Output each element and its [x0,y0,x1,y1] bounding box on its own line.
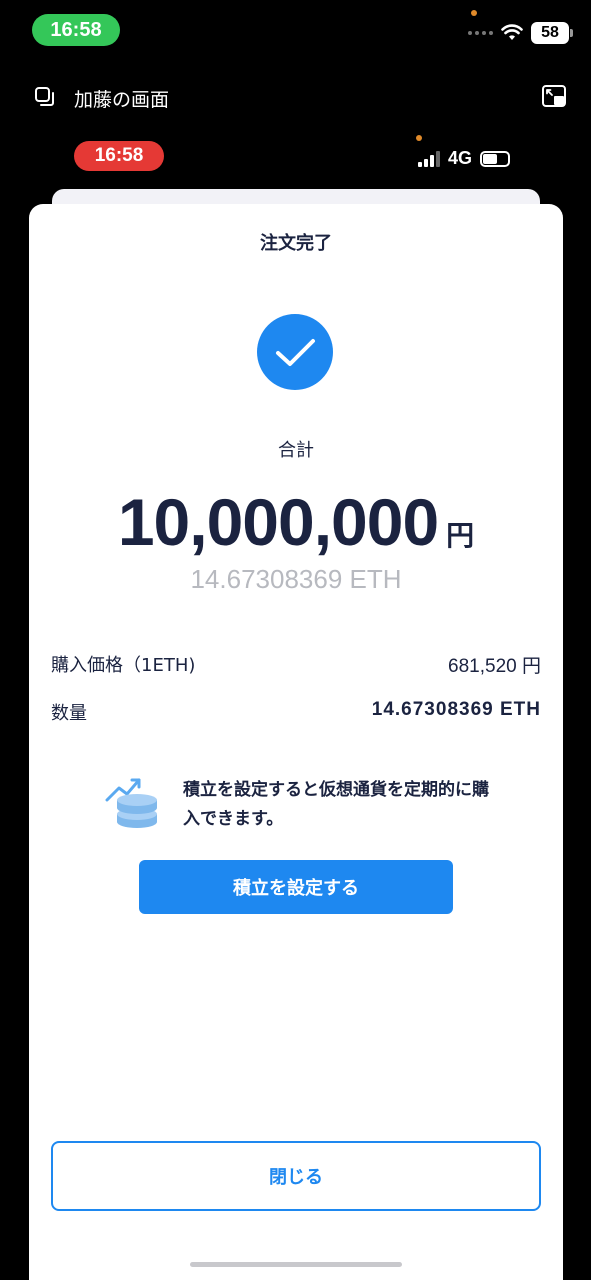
inner-battery-icon [480,150,511,167]
home-indicator [190,1262,402,1267]
order-complete-sheet: 注文完了 合計 10,000,000 円 14.67308369 ETH 購入価… [29,204,563,1280]
wifi-icon [501,24,523,40]
share-title: 加藤の画面 [74,89,170,111]
battery-icon: 58 [531,22,573,44]
outer-status-bar: 16:58 58 [0,0,591,60]
total-amount: 10,000,000 [117,485,439,559]
sheet-title: 注文完了 [260,233,332,254]
signal-icon [418,150,440,167]
chart-coins-icon [105,778,157,828]
quantity-row: 数量 14.67308369 ETH [51,699,541,725]
promo-text: 積立を設定すると仮想通貨を定期的に購入できます。 [183,780,489,829]
total-amount-row: 10,000,000 円 [29,484,563,560]
inner-time: 16:58 [74,141,164,171]
price-label: 購入価格（1ETH) [51,655,196,676]
signal-dots-icon [468,31,493,35]
pip-icon[interactable] [541,84,567,110]
price-value: 681,520 円 [448,656,541,677]
setup-recurring-button[interactable]: 積立を設定する [139,860,453,914]
quantity-label: 数量 [51,703,87,724]
checkmark-icon [276,339,315,366]
screen-share-icon [35,87,54,106]
screen-share-bar: 加藤の画面 [0,78,591,118]
price-row: 購入価格（1ETH) 681,520 円 [51,651,541,678]
outer-time[interactable]: 16:58 [32,14,120,46]
privacy-indicator-dot [471,10,477,16]
eth-equivalent: 14.67308369 ETH [190,564,402,594]
total-label: 合計 [278,440,314,461]
currency-label: 円 [446,519,475,552]
close-button[interactable]: 閉じる [51,1141,541,1211]
inner-privacy-dot [416,135,422,141]
inner-status-icons: 4G [418,148,511,169]
success-badge [257,314,333,390]
quantity-value: 14.67308369 ETH [371,699,541,720]
network-label: 4G [448,148,473,168]
recurring-promo: 積立を設定すると仮想通貨を定期的に購入できます。 [103,776,503,836]
outer-status-icons: 58 [468,22,573,44]
